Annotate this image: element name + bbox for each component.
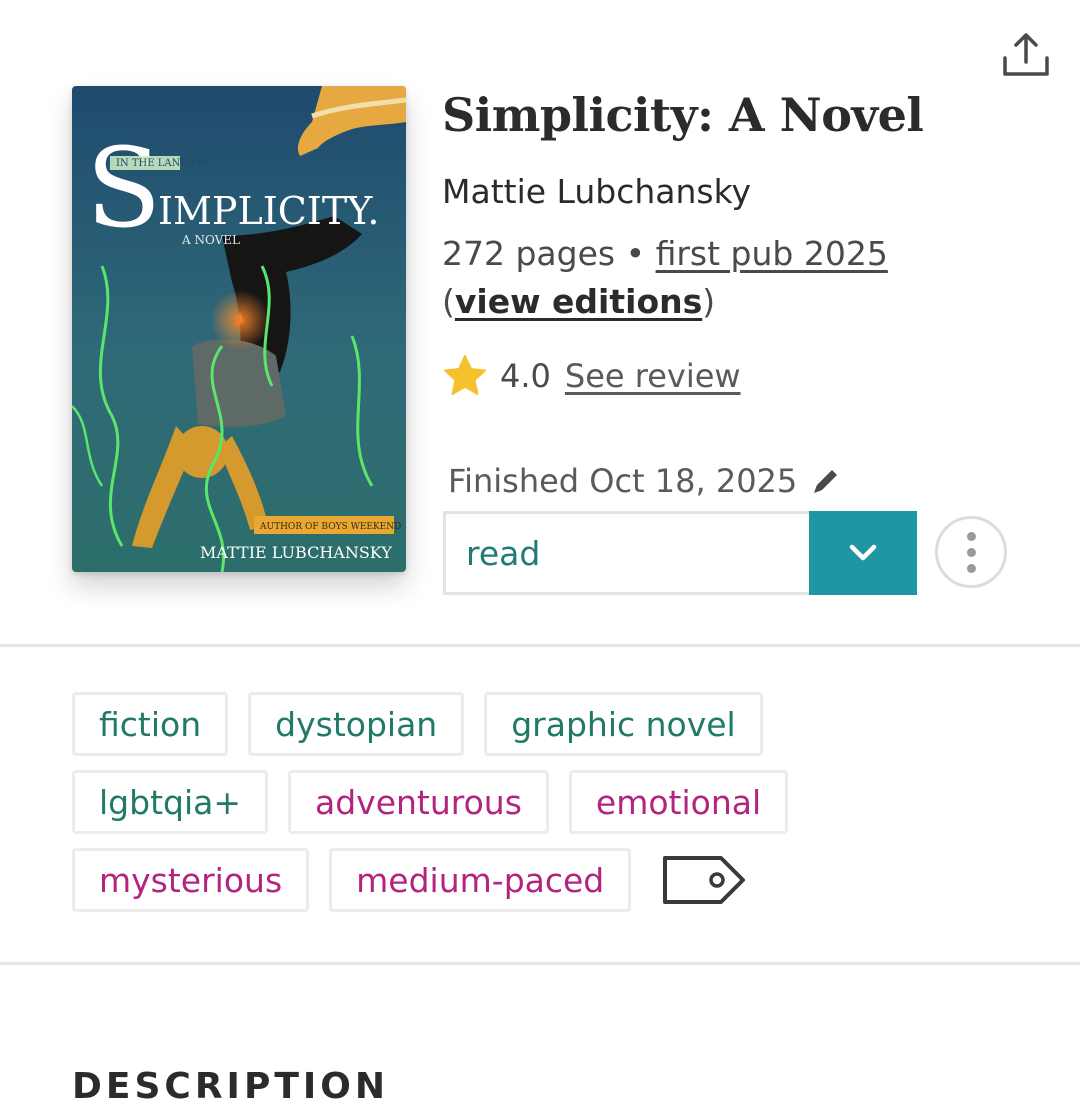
more-vertical-icon xyxy=(966,531,976,541)
more-vertical-icon-dot xyxy=(966,547,976,557)
status-dropdown-button[interactable] xyxy=(809,511,917,595)
divider xyxy=(0,962,1080,965)
see-review-link[interactable]: See review xyxy=(565,357,741,395)
page-count: 272 pages xyxy=(442,234,616,273)
view-editions-link[interactable]: view editions xyxy=(455,282,702,321)
description-heading: DESCRIPTION xyxy=(72,1066,390,1107)
book-title: Simplicity: A Novel xyxy=(442,88,924,142)
cover-author: MATTIE LUBCHANSKY xyxy=(200,543,392,562)
more-options-button[interactable] xyxy=(935,516,1007,588)
tag-mood[interactable]: medium-paced xyxy=(329,848,632,912)
tag-genre[interactable]: dystopian xyxy=(248,692,465,756)
pencil-icon[interactable] xyxy=(809,464,843,498)
more-vertical-icon-dot xyxy=(966,563,976,573)
paren-open: ( xyxy=(442,282,455,321)
share-button[interactable] xyxy=(1000,30,1052,82)
tag-icon[interactable] xyxy=(661,852,747,908)
tag-genre[interactable]: graphic novel xyxy=(484,692,763,756)
tag-mood[interactable]: emotional xyxy=(568,770,789,834)
divider xyxy=(0,644,1080,647)
reading-status-select[interactable]: read xyxy=(443,511,917,595)
star-icon xyxy=(444,355,486,395)
reading-status-value[interactable]: read xyxy=(443,511,809,595)
finished-date: Finished Oct 18, 2025 xyxy=(448,462,798,500)
cover-badge: AUTHOR OF BOYS WEEKEND xyxy=(259,522,401,532)
tag-genre[interactable]: lgbtqia+ xyxy=(72,770,268,834)
tags-section: fiction dystopian graphic novel lgbtqia+… xyxy=(72,692,1012,926)
cover-initial: S xyxy=(86,124,161,252)
book-cover-image: S IN THE LAND OF... IMPLICITY. A NOVEL A… xyxy=(72,86,406,572)
tag-mood[interactable]: adventurous xyxy=(288,770,549,834)
chevron-down-icon xyxy=(849,544,877,561)
cover-subtitle: A NOVEL xyxy=(181,233,240,247)
meta-separator: • xyxy=(625,234,646,273)
book-cover[interactable]: S IN THE LAND OF... IMPLICITY. A NOVEL A… xyxy=(72,86,406,572)
book-meta: 272 pages • first pub 2025 (view edition… xyxy=(442,230,1042,326)
tag-row: mysterious medium-paced xyxy=(72,848,1012,912)
paren-close: ) xyxy=(702,282,716,321)
tag-row: fiction dystopian graphic novel xyxy=(72,692,1012,756)
cover-title: IMPLICITY. xyxy=(158,189,379,233)
cover-top-line: IN THE LAND OF... xyxy=(116,158,215,169)
book-author-link[interactable]: Mattie Lubchansky xyxy=(442,172,751,211)
finished-date-row: Finished Oct 18, 2025 xyxy=(448,458,843,504)
tag-genre[interactable]: fiction xyxy=(72,692,229,756)
share-icon xyxy=(1003,33,1049,76)
tag-row: lgbtqia+ adventurous emotional xyxy=(72,770,1012,834)
tag-mood[interactable]: mysterious xyxy=(72,848,310,912)
rating-row: 4.0 See review xyxy=(442,352,741,400)
rating-value: 4.0 xyxy=(500,357,551,395)
first-pub-link[interactable]: first pub 2025 xyxy=(656,234,888,273)
